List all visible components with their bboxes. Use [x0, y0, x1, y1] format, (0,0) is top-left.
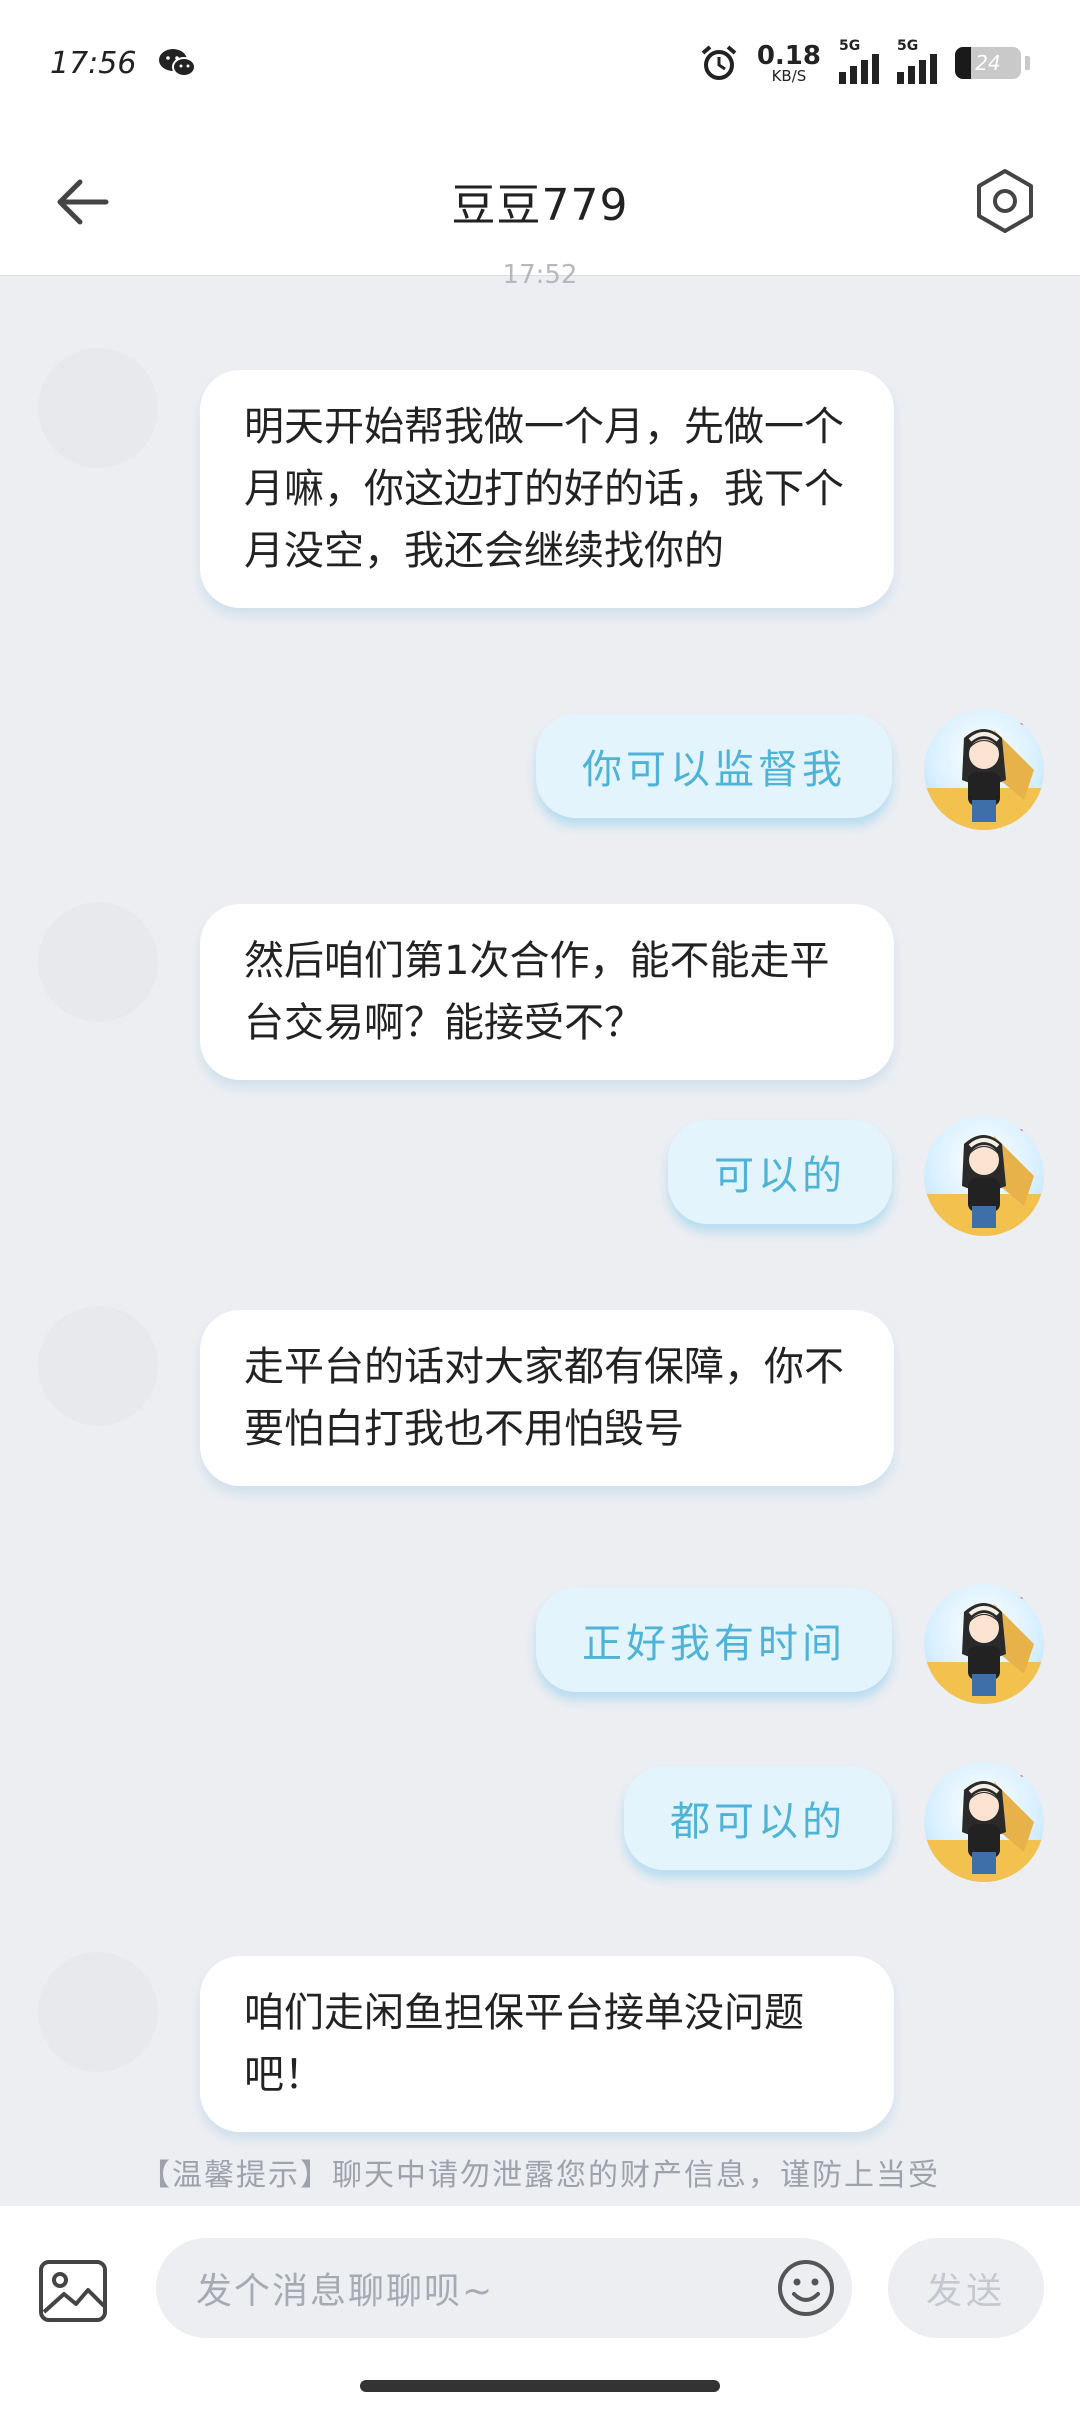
battery-icon: 24 [955, 47, 1021, 79]
incoming-message[interactable]: 走平台的话对大家都有保障，你不要怕白打我也不用怕毁号 [200, 1310, 894, 1486]
image-icon[interactable] [36, 2254, 110, 2328]
input-bar: 发个消息聊聊呗~ 发送 [0, 2206, 1080, 2412]
user-avatar[interactable] [924, 1116, 1044, 1236]
net-speed-value: 0.18 [756, 40, 821, 71]
message-input[interactable]: 发个消息聊聊呗~ [156, 2238, 852, 2338]
contact-avatar[interactable] [38, 1952, 158, 2072]
contact-avatar[interactable] [38, 1306, 158, 1426]
chat-screen: 17:56 0.18 KB/S 5G 5G 24 豆豆779 17:52 明天开… [0, 0, 1080, 2412]
net-speed-unit: KB/S [771, 66, 807, 85]
incoming-message[interactable]: 明天开始帮我做一个月，先做一个月嘛，你这边打的好的话，我下个月没空，我还会继续找… [200, 370, 894, 608]
outgoing-message[interactable]: 你可以监督我 [536, 714, 892, 818]
home-indicator[interactable] [360, 2380, 720, 2392]
network-type-2: 5G [897, 38, 919, 54]
user-avatar[interactable] [924, 710, 1044, 830]
incoming-message[interactable]: 咱们走闲鱼担保平台接单没问题吧！ [200, 1956, 894, 2132]
hexagon-gear-icon[interactable] [970, 166, 1040, 236]
battery-level: 24 [975, 51, 1001, 75]
emoji-icon[interactable] [776, 2258, 836, 2318]
contact-avatar[interactable] [38, 902, 158, 1022]
contact-avatar[interactable] [38, 348, 158, 468]
net-speed: 0.18 KB/S [757, 43, 821, 84]
status-icons: 0.18 KB/S 5G 5G 24 [699, 38, 1030, 84]
outgoing-message[interactable]: 正好我有时间 [536, 1588, 892, 1692]
message-list[interactable]: 17:52 明天开始帮我做一个月，先做一个月嘛，你这边打的好的话，我下个月没空，… [0, 260, 1080, 2206]
arrow-left-icon[interactable] [50, 170, 114, 234]
chat-header: 豆豆779 [0, 126, 1080, 276]
network-type-1: 5G [839, 38, 861, 54]
status-time: 17:56 [50, 45, 137, 81]
incoming-message[interactable]: 然后咱们第1次合作，能不能走平台交易啊？能接受不？ [200, 904, 894, 1080]
status-bar: 17:56 0.18 KB/S 5G 5G 24 [0, 0, 1080, 126]
outgoing-message[interactable]: 可以的 [668, 1120, 892, 1224]
outgoing-message[interactable]: 都可以的 [624, 1766, 892, 1870]
chat-title: 豆豆779 [451, 179, 629, 231]
message-timestamp: 17:52 [502, 260, 578, 290]
safety-tip: 【温馨提示】聊天中请勿泄露您的财产信息，谨防上当受 [140, 2158, 940, 2193]
user-avatar[interactable] [924, 1584, 1044, 1704]
signal-1: 5G [839, 38, 879, 84]
send-button[interactable]: 发送 [888, 2238, 1044, 2338]
user-avatar[interactable] [924, 1762, 1044, 1882]
signal-2: 5G [897, 38, 937, 84]
alarm-icon [701, 45, 737, 80]
wechat-icon [159, 49, 197, 77]
